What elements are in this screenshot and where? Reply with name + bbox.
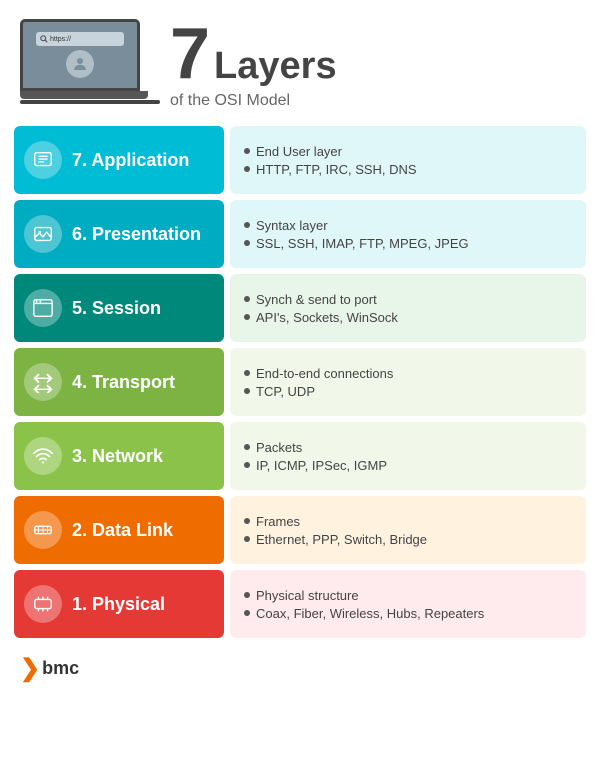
bullet-dot — [244, 592, 250, 598]
layer-left-layer-5: 5. Session — [14, 274, 224, 342]
layer-left-layer-4: 4. Transport — [14, 348, 224, 416]
bullet-dot — [244, 610, 250, 616]
bmc-text: bmc — [42, 658, 79, 679]
layer-left-layer-1: 1. Physical — [14, 570, 224, 638]
layer-row-layer-1: 1. Physical Physical structure Coax, Fib… — [14, 570, 586, 638]
user-icon — [71, 55, 89, 73]
layer-bullet1-text: Frames — [256, 514, 300, 529]
laptop-base — [20, 91, 148, 99]
bullet-dot — [244, 518, 250, 524]
layer-row-layer-3: 3. Network Packets IP, ICMP, IPSec, IGMP — [14, 422, 586, 490]
layer-title-layer-2: 2. Data Link — [72, 520, 173, 541]
layer-left-layer-6: 6. Presentation — [14, 200, 224, 268]
search-icon — [40, 35, 48, 43]
bullet-dot — [244, 536, 250, 542]
layer-row-layer-5: 5. Session Synch & send to port API's, S… — [14, 274, 586, 342]
layer-bullet2-layer-3: IP, ICMP, IPSec, IGMP — [244, 458, 572, 473]
layer-row-layer-7: 7. Application End User layer HTTP, FTP,… — [14, 126, 586, 194]
layer-bullet2-text: Ethernet, PPP, Switch, Bridge — [256, 532, 427, 547]
bullet-dot — [244, 296, 250, 302]
footer: ❯ bmc — [0, 644, 600, 693]
bullet-dot — [244, 388, 250, 394]
layer-right-layer-4: End-to-end connections TCP, UDP — [230, 348, 586, 416]
layer-bullet2-layer-5: API's, Sockets, WinSock — [244, 310, 572, 325]
layer-bullet1-text: End User layer — [256, 144, 342, 159]
layer-bullet2-layer-6: SSL, SSH, IMAP, FTP, MPEG, JPEG — [244, 236, 572, 251]
layer-bullet1-text: Syntax layer — [256, 218, 328, 233]
bullet-dot — [244, 314, 250, 320]
layer-bullet2-layer-7: HTTP, FTP, IRC, SSH, DNS — [244, 162, 572, 177]
layer-right-layer-6: Syntax layer SSL, SSH, IMAP, FTP, MPEG, … — [230, 200, 586, 268]
layer-bullet1-text: Synch & send to port — [256, 292, 377, 307]
layer-right-layer-1: Physical structure Coax, Fiber, Wireless… — [230, 570, 586, 638]
bullet-dot — [244, 462, 250, 468]
laptop-illustration: https:// — [20, 19, 150, 109]
layer-right-layer-7: End User layer HTTP, FTP, IRC, SSH, DNS — [230, 126, 586, 194]
layer-icon-layer-5 — [24, 289, 62, 327]
layer-title-layer-5: 5. Session — [72, 298, 161, 319]
layer-bullet1-layer-7: End User layer — [244, 144, 572, 159]
laptop-foot — [20, 100, 160, 104]
layer-bullet2-layer-4: TCP, UDP — [244, 384, 572, 399]
bullet-dot — [244, 240, 250, 246]
bmc-logo: ❯ bmc — [20, 654, 79, 683]
layer-bullet2-text: Coax, Fiber, Wireless, Hubs, Repeaters — [256, 606, 484, 621]
layer-icon-layer-1 — [24, 585, 62, 623]
layer-bullet2-text: SSL, SSH, IMAP, FTP, MPEG, JPEG — [256, 236, 469, 251]
layer-bullet1-layer-5: Synch & send to port — [244, 292, 572, 307]
layer-right-layer-2: Frames Ethernet, PPP, Switch, Bridge — [230, 496, 586, 564]
bullet-dot — [244, 166, 250, 172]
layer-row-layer-6: 6. Presentation Syntax layer SSL, SSH, I… — [14, 200, 586, 268]
laptop-screen: https:// — [20, 19, 140, 91]
layer-bullet2-text: IP, ICMP, IPSec, IGMP — [256, 458, 387, 473]
layer-right-layer-5: Synch & send to port API's, Sockets, Win… — [230, 274, 586, 342]
layer-icon-layer-2 — [24, 511, 62, 549]
layer-icon-layer-7 — [24, 141, 62, 179]
layer-icon-layer-4 — [24, 363, 62, 401]
layer-bullet1-layer-2: Frames — [244, 514, 572, 529]
bullet-dot — [244, 370, 250, 376]
layer-bullet2-layer-2: Ethernet, PPP, Switch, Bridge — [244, 532, 572, 547]
header: https:// 7 Layers of the OSI Model — [0, 0, 600, 120]
title-number: 7 — [170, 18, 210, 90]
layer-bullet1-text: Physical structure — [256, 588, 359, 603]
layer-bullet2-text: API's, Sockets, WinSock — [256, 310, 398, 325]
layer-row-layer-4: 4. Transport End-to-end connections TCP,… — [14, 348, 586, 416]
layer-left-layer-7: 7. Application — [14, 126, 224, 194]
title-subtitle: of the OSI Model — [170, 92, 337, 110]
layer-bullet1-layer-4: End-to-end connections — [244, 366, 572, 381]
chevron-icon: ❯ — [20, 654, 40, 683]
layer-left-layer-3: 3. Network — [14, 422, 224, 490]
layer-bullet2-text: TCP, UDP — [256, 384, 315, 399]
user-avatar — [66, 50, 94, 78]
layer-bullet1-layer-1: Physical structure — [244, 588, 572, 603]
layer-bullet2-text: HTTP, FTP, IRC, SSH, DNS — [256, 162, 417, 177]
layer-title-layer-6: 6. Presentation — [72, 224, 201, 245]
layer-right-layer-3: Packets IP, ICMP, IPSec, IGMP — [230, 422, 586, 490]
layer-title-layer-3: 3. Network — [72, 446, 163, 467]
layer-bullet1-text: Packets — [256, 440, 302, 455]
bullet-dot — [244, 148, 250, 154]
bullet-dot — [244, 222, 250, 228]
layers-container: 7. Application End User layer HTTP, FTP,… — [0, 120, 600, 644]
layer-bullet1-layer-6: Syntax layer — [244, 218, 572, 233]
layer-title-layer-4: 4. Transport — [72, 372, 175, 393]
layer-title-layer-1: 1. Physical — [72, 594, 165, 615]
layer-bullet1-layer-3: Packets — [244, 440, 572, 455]
layer-row-layer-2: 2. Data Link Frames Ethernet, PPP, Switc… — [14, 496, 586, 564]
layer-left-layer-2: 2. Data Link — [14, 496, 224, 564]
layer-icon-layer-6 — [24, 215, 62, 253]
bullet-dot — [244, 444, 250, 450]
title-layers: Layers — [214, 47, 337, 85]
layer-bullet2-layer-1: Coax, Fiber, Wireless, Hubs, Repeaters — [244, 606, 572, 621]
address-bar: https:// — [36, 32, 124, 46]
title-area: 7 Layers of the OSI Model — [170, 18, 337, 110]
address-text: https:// — [50, 36, 71, 43]
layer-icon-layer-3 — [24, 437, 62, 475]
layer-bullet1-text: End-to-end connections — [256, 366, 393, 381]
layer-title-layer-7: 7. Application — [72, 150, 189, 171]
